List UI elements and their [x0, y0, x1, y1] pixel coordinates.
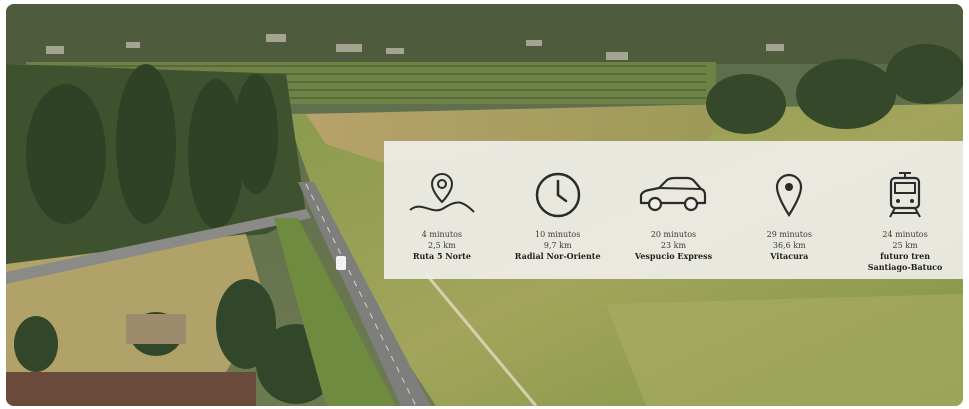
aerial-photo-frame: 4 minutos 2,5 km Ruta 5 Norte 10 minutos… [6, 4, 963, 406]
stat-destination-line-2: Santiago-Batuco [867, 262, 943, 272]
stat-destination: Radial Nor-Oriente [514, 251, 601, 261]
stat-destination: Ruta 5 Norte [412, 251, 471, 261]
stat-distance: 9,7 km [543, 241, 572, 250]
stat-ruta-5-norte: 4 minutos 2,5 km Ruta 5 Norte [390, 169, 494, 262]
stat-time: 20 minutos [650, 230, 697, 239]
stat-time: 4 minutos [421, 230, 462, 239]
stat-distance: 23 km [660, 241, 687, 250]
stat-destination: futuro tren [880, 251, 931, 261]
stat-time: 10 minutos [535, 230, 581, 239]
stat-destination: Vespucio Express [634, 251, 713, 261]
stat-vitacura: 29 minutos 36,6 km Vitacura [737, 169, 841, 262]
map-pin-road-icon [408, 169, 476, 221]
travel-times-panel: 4 minutos 2,5 km Ruta 5 Norte 10 minutos… [384, 141, 963, 279]
clock-icon [533, 169, 583, 221]
stat-vespucio-express: 20 minutos 23 km Vespucio Express [621, 169, 725, 262]
stat-distance: 25 km [892, 241, 918, 250]
stat-time: 29 minutos [766, 230, 812, 239]
stat-destination: Vitacura [770, 251, 809, 261]
stat-radial-nor-oriente: 10 minutos 9,7 km Radial Nor-Oriente [506, 169, 610, 262]
stat-distance: 36,6 km [772, 241, 806, 250]
stat-tren-santiago-batuco: 24 minutos 25 km futuro tren Santiago-Ba… [853, 169, 957, 273]
car-icon [637, 169, 709, 221]
stat-distance: 2,5 km [428, 241, 456, 250]
train-icon [886, 169, 924, 221]
location-pin-icon [774, 169, 804, 221]
stat-time: 24 minutos [882, 230, 928, 239]
